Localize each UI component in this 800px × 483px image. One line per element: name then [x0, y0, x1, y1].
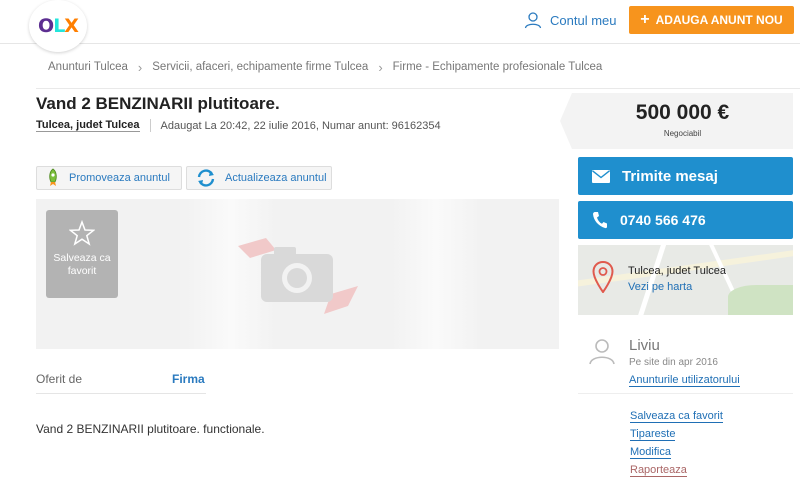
chevron-right-icon: › — [137, 59, 143, 75]
offered-by-row: Oferit de Firma — [36, 366, 206, 394]
save-favorite-button[interactable]: Salveaza ca favorit — [46, 210, 118, 298]
edit-link[interactable]: Modifica — [630, 446, 671, 459]
location-map[interactable]: Tulcea, judet Tulcea Vezi pe harta — [578, 245, 793, 315]
promote-ad-label: Promoveaza anuntul — [69, 172, 170, 184]
gallery-panel — [391, 199, 481, 349]
add-listing-label: ADAUGA ANUNT NOU — [655, 13, 783, 27]
logo-text: OLX — [38, 15, 79, 37]
save-favorite-link[interactable]: Salveaza ca favorit — [630, 410, 723, 423]
breadcrumb-item[interactable]: Anunturi Tulcea — [48, 61, 128, 73]
user-ads-link[interactable]: Anunturile utilizatorului — [629, 374, 740, 387]
map-pin-icon — [592, 261, 614, 293]
promote-ad-button[interactable]: Promoveaza anuntul — [36, 166, 182, 190]
chevron-right-icon: › — [378, 59, 383, 75]
user-name: Liviu — [629, 337, 660, 354]
negotiable-label: Negociabil — [663, 129, 702, 138]
top-header: OLX Contul meu + ADAUGA ANUNT NOU — [0, 0, 800, 52]
ad-meta: Tulcea, judet Tulcea Adaugat La 20:42, 2… — [36, 119, 441, 132]
divider — [36, 88, 800, 89]
camera-placeholder-icon — [238, 238, 358, 314]
send-message-label: Trimite mesaj — [622, 167, 718, 185]
offered-by-label: Oferit de — [36, 372, 83, 386]
show-phone-button[interactable]: 0740 566 476 — [578, 201, 793, 239]
divider — [149, 119, 151, 132]
ad-added-info: Adaugat La 20:42, 22 iulie 2016, Numar a… — [160, 119, 441, 132]
user-member-since: Pe site din apr 2016 — [629, 357, 718, 368]
envelope-icon — [592, 169, 610, 183]
map-park — [728, 285, 793, 315]
add-listing-button[interactable]: + ADAUGA ANUNT NOU — [629, 6, 794, 34]
price-box: 500 000 € Negociabil — [560, 93, 793, 149]
star-icon — [69, 220, 95, 246]
ad-title: Vand 2 BENZINARII plutitoare. — [36, 94, 280, 113]
user-icon — [524, 12, 542, 29]
photo-gallery[interactable]: Salveaza ca favorit — [36, 199, 559, 349]
map-location-text: Tulcea, judet Tulcea — [628, 265, 727, 277]
ad-description: Vand 2 BENZINARII plutitoare. functional… — [36, 422, 265, 436]
plus-icon: + — [640, 11, 650, 28]
breadcrumb: Anunturi Tulcea › Servicii, afaceri, ech… — [48, 59, 602, 75]
offered-by-value[interactable]: Firma — [172, 372, 205, 386]
update-ad-button[interactable]: Actualizeaza anuntul — [186, 166, 332, 190]
report-link[interactable]: Raporteaza — [630, 464, 687, 477]
breadcrumb-item[interactable]: Servicii, afaceri, echipamente firme Tul… — [152, 61, 368, 73]
update-ad-label: Actualizeaza anuntul — [225, 172, 327, 184]
user-avatar-icon — [589, 339, 615, 365]
rocket-icon — [49, 168, 57, 186]
print-link[interactable]: Tipareste — [630, 428, 676, 441]
refresh-icon — [197, 169, 215, 187]
ad-location-link[interactable]: Tulcea, judet Tulcea — [36, 119, 140, 132]
view-on-map-link[interactable]: Vezi pe harta — [628, 281, 692, 293]
account-label: Contul meu — [550, 12, 617, 28]
breadcrumb-item[interactable]: Firme - Echipamente profesionale Tulcea — [393, 61, 603, 73]
phone-icon — [593, 212, 607, 229]
phone-number: 0740 566 476 — [620, 212, 706, 228]
olx-logo[interactable]: OLX — [29, 0, 87, 52]
map-road — [632, 245, 669, 315]
send-message-button[interactable]: Trimite mesaj — [578, 157, 793, 195]
divider — [578, 393, 793, 394]
save-favorite-label: Salveaza ca favorit — [53, 252, 111, 277]
account-link[interactable]: Contul meu — [524, 10, 616, 30]
price-value: 500 000 € — [635, 101, 730, 124]
